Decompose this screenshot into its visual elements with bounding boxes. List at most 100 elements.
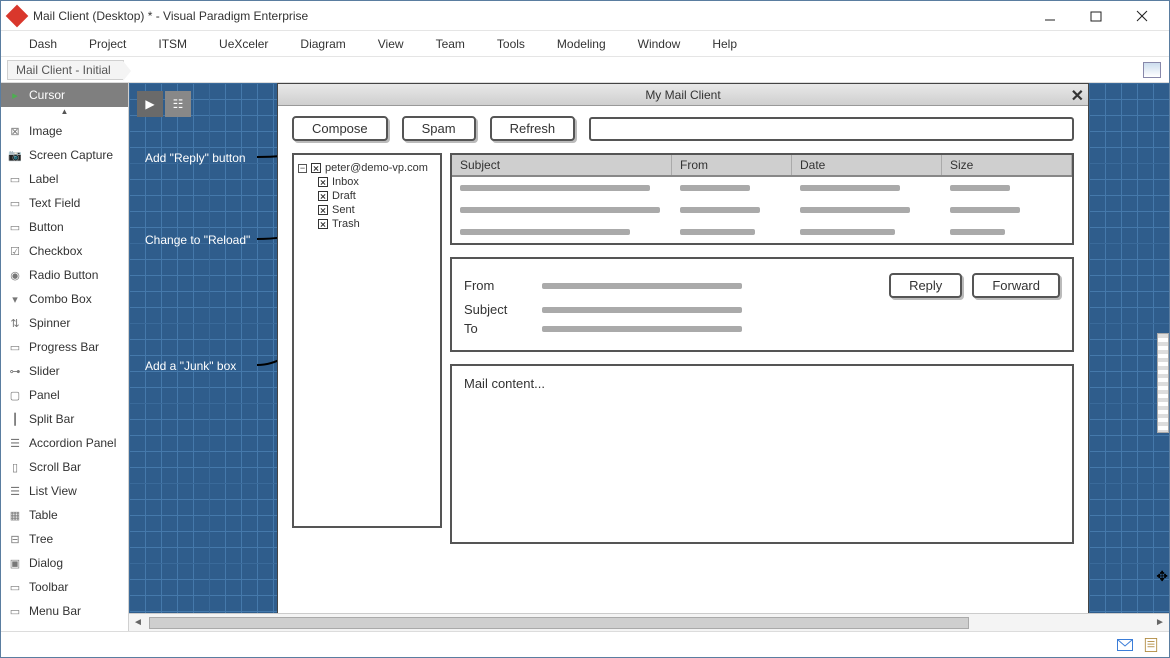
palette-combo-box[interactable]: ▾Combo Box xyxy=(1,287,128,311)
content-placeholder: Mail content... xyxy=(464,376,545,391)
menu-modeling[interactable]: Modeling xyxy=(541,33,622,55)
image-icon: ⊠ xyxy=(7,124,23,138)
combo-icon: ▾ xyxy=(7,292,23,306)
palette-scroll-bar[interactable]: ▯Scroll Bar xyxy=(1,455,128,479)
palette-panel[interactable]: ▢Panel xyxy=(1,383,128,407)
compose-button[interactable]: Compose xyxy=(292,116,388,141)
palette-label: Split Bar xyxy=(29,412,74,426)
annotation-reload[interactable]: Change to "Reload" xyxy=(145,233,250,247)
menu-window[interactable]: Window xyxy=(622,33,697,55)
palette-label: Menu Bar xyxy=(29,604,81,618)
palette-checkbox[interactable]: ☑Checkbox xyxy=(1,239,128,263)
col-subject[interactable]: Subject xyxy=(452,155,672,175)
radio-icon: ◉ xyxy=(7,268,23,282)
folder-icon xyxy=(311,163,321,173)
menu-team[interactable]: Team xyxy=(420,33,481,55)
tree-collapse-icon[interactable]: − xyxy=(298,164,307,173)
menu-uexceler[interactable]: UeXceler xyxy=(203,33,284,55)
label-icon: ▭ xyxy=(7,172,23,186)
canvas-overview-icon[interactable]: ☷ xyxy=(165,91,191,117)
palette-split-bar[interactable]: ┃Split Bar xyxy=(1,407,128,431)
menu-dash[interactable]: Dash xyxy=(13,33,73,55)
search-input[interactable] xyxy=(589,117,1074,141)
folder-icon xyxy=(318,205,328,215)
breadcrumb[interactable]: Mail Client - Initial xyxy=(7,60,124,80)
wireframe-close-icon[interactable]: ✕ xyxy=(1071,86,1084,106)
minimize-button[interactable] xyxy=(1027,2,1073,30)
folder-tree[interactable]: −peter@demo-vp.com Inbox Draft Sent Tras… xyxy=(292,153,442,528)
palette-text-field[interactable]: ▭Text Field xyxy=(1,191,128,215)
menu-help[interactable]: Help xyxy=(696,33,753,55)
palette-accordion-panel[interactable]: ☰Accordion Panel xyxy=(1,431,128,455)
cursor-icon: ▸ xyxy=(7,88,23,102)
tree-sent[interactable]: Sent xyxy=(332,204,355,216)
palette-toolbar[interactable]: ▭Toolbar xyxy=(1,575,128,599)
annotation-reply[interactable]: Add "Reply" button xyxy=(145,151,246,165)
palette-screen-capture[interactable]: 📷 Screen Capture xyxy=(1,143,128,167)
palette-menu-bar[interactable]: ▭Menu Bar xyxy=(1,599,128,623)
perspective-icon[interactable] xyxy=(1143,62,1161,78)
maximize-button[interactable] xyxy=(1073,2,1119,30)
titlebar: Mail Client (Desktop) * - Visual Paradig… xyxy=(1,1,1169,31)
camera-icon: 📷 xyxy=(7,148,23,162)
canvas-play-icon[interactable]: ▶ xyxy=(137,91,163,117)
wireframe-frame[interactable]: My Mail Client ✕ Compose Spam Refresh − xyxy=(277,83,1089,613)
palette-list-view[interactable]: ☰List View xyxy=(1,479,128,503)
panel-icon: ▢ xyxy=(7,388,23,402)
diagram-canvas[interactable]: ▶ ☷ Add "Reply" button Change to "Reload… xyxy=(129,83,1169,613)
palette-button[interactable]: ▭Button xyxy=(1,215,128,239)
palette-label: Cursor xyxy=(29,88,65,102)
tree-inbox[interactable]: Inbox xyxy=(332,176,359,188)
palette-label: Dialog xyxy=(29,556,63,570)
mail-list-table[interactable]: Subject From Date Size xyxy=(450,153,1074,245)
scroll-left-icon[interactable]: ◄ xyxy=(129,617,147,628)
col-date[interactable]: Date xyxy=(792,155,942,175)
palette-cursor[interactable]: ▸ Cursor xyxy=(1,83,128,107)
tool-palette: ▸Cursor ▲ ⊠Image 📷Screen Capture ▭Label … xyxy=(1,83,129,631)
refresh-button[interactable]: Refresh xyxy=(490,116,576,141)
palette-image[interactable]: ⊠ Image xyxy=(1,119,128,143)
col-size[interactable]: Size xyxy=(942,155,1072,175)
breadcrumb-bar: Mail Client - Initial xyxy=(1,57,1169,83)
close-button[interactable] xyxy=(1119,2,1165,30)
mail-icon[interactable] xyxy=(1117,638,1133,652)
col-from[interactable]: From xyxy=(672,155,792,175)
menu-project[interactable]: Project xyxy=(73,33,142,55)
palette-label[interactable]: ▭Label xyxy=(1,167,128,191)
note-icon[interactable] xyxy=(1143,638,1159,652)
horizontal-scrollbar[interactable]: ◄ ► xyxy=(129,613,1169,631)
palette-label: Image xyxy=(29,124,62,138)
table-icon: ▦ xyxy=(7,508,23,522)
menu-view[interactable]: View xyxy=(362,33,420,55)
palette-dialog[interactable]: ▣Dialog xyxy=(1,551,128,575)
accordion-icon: ☰ xyxy=(7,436,23,450)
scroll-right-icon[interactable]: ► xyxy=(1151,617,1169,628)
palette-table[interactable]: ▦Table xyxy=(1,503,128,527)
message-content-pane[interactable]: Mail content... xyxy=(450,364,1074,544)
palette-label: Screen Capture xyxy=(29,148,113,162)
palette-label: Text Field xyxy=(29,196,80,210)
table-row[interactable] xyxy=(452,199,1072,221)
palette-collapse-icon[interactable]: ▲ xyxy=(1,107,128,119)
tree-draft[interactable]: Draft xyxy=(332,190,356,202)
menu-tools[interactable]: Tools xyxy=(481,33,541,55)
spinner-icon: ⇅ xyxy=(7,316,23,330)
palette-progress-bar[interactable]: ▭Progress Bar xyxy=(1,335,128,359)
table-row[interactable] xyxy=(452,177,1072,199)
tree-trash[interactable]: Trash xyxy=(332,218,360,230)
palette-tree[interactable]: ⊟Tree xyxy=(1,527,128,551)
scrollbar-icon: ▯ xyxy=(7,460,23,474)
ruler-icon xyxy=(1157,333,1169,433)
forward-button[interactable]: Forward xyxy=(972,273,1060,298)
palette-slider[interactable]: ⊶Slider xyxy=(1,359,128,383)
menu-diagram[interactable]: Diagram xyxy=(284,33,361,55)
annotation-junk[interactable]: Add a "Junk" box xyxy=(145,359,236,373)
palette-radio-button[interactable]: ◉Radio Button xyxy=(1,263,128,287)
reply-button[interactable]: Reply xyxy=(889,273,962,298)
spam-button[interactable]: Spam xyxy=(402,116,476,141)
palette-spinner[interactable]: ⇅Spinner xyxy=(1,311,128,335)
folder-icon xyxy=(318,177,328,187)
menu-itsm[interactable]: ITSM xyxy=(142,33,203,55)
table-row[interactable] xyxy=(452,221,1072,243)
scroll-thumb[interactable] xyxy=(149,617,969,629)
